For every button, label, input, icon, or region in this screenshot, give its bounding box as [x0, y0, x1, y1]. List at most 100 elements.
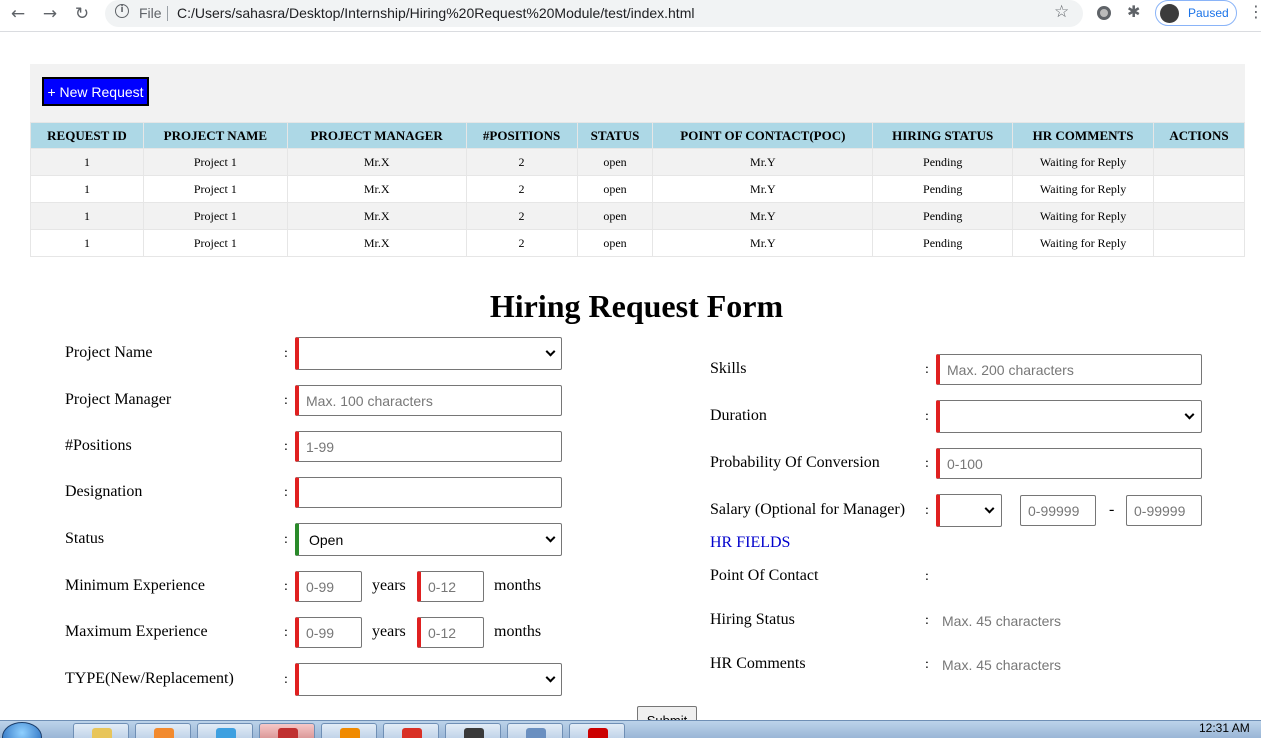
omnibox-divider: [167, 6, 168, 21]
colon: :: [925, 657, 929, 672]
table-header-row: REQUEST ID PROJECT NAME PROJECT MANAGER …: [30, 122, 1245, 149]
colon: :: [284, 532, 288, 547]
start-orb-icon[interactable]: [2, 722, 42, 738]
cell-actions: [1153, 148, 1245, 176]
cell-status: open: [576, 229, 654, 257]
extension-icon[interactable]: [1097, 6, 1111, 20]
cell-poc: Mr.Y: [652, 202, 874, 230]
hiring-status-label: Hiring Status: [710, 611, 795, 628]
browser-toolbar: ← → ↻ i File C:/Users/sahasra/Desktop/In…: [0, 0, 1261, 32]
bookmark-star-icon[interactable]: ☆: [1054, 2, 1069, 22]
url-text[interactable]: C:/Users/sahasra/Desktop/Internship/Hiri…: [177, 5, 694, 21]
months-unit-label: months: [494, 623, 542, 640]
internet-explorer-icon: [216, 728, 236, 738]
profile-button[interactable]: Paused: [1155, 0, 1237, 26]
sublime-text-icon: [464, 728, 484, 738]
colon: :: [284, 579, 288, 594]
taskbar-chrome-button[interactable]: [383, 723, 439, 738]
hr-comments-label: HR Comments: [710, 655, 806, 672]
taskbar-sublime-button[interactable]: [445, 723, 501, 738]
hr-fields-heading: HR FIELDS: [710, 534, 791, 551]
years-unit-label: years: [372, 577, 406, 594]
max-experience-years-input[interactable]: 0-99: [295, 617, 362, 648]
table-row: 1 Project 1 Mr.X 2 open Mr.Y Pending Wai…: [30, 229, 1245, 257]
months-unit-label: months: [494, 577, 542, 594]
pdf-icon: [588, 728, 608, 738]
status-select[interactable]: Open: [295, 523, 562, 556]
designation-input[interactable]: [295, 477, 562, 508]
cell-hiring-status: Pending: [872, 229, 1014, 257]
cell-project-name: Project 1: [142, 229, 288, 257]
cell-positions: 2: [465, 148, 578, 176]
cell-poc: Mr.Y: [652, 229, 874, 257]
project-manager-input[interactable]: Max. 100 characters: [295, 385, 562, 416]
salary-label: Salary (Optional for Manager): [710, 501, 906, 518]
project-name-label: Project Name: [65, 344, 153, 361]
column-header-positions: #POSITIONS: [465, 122, 578, 149]
kebab-menu-icon[interactable]: ⋮: [1248, 2, 1261, 21]
cell-actions: [1153, 202, 1245, 230]
taskbar-media-button[interactable]: [135, 723, 191, 738]
probability-input[interactable]: 0-100: [936, 448, 1202, 479]
cell-project-manager: Mr.X: [286, 175, 467, 203]
taskbar-window-button[interactable]: [507, 723, 563, 738]
designation-label: Designation: [65, 483, 143, 500]
min-experience-months-input[interactable]: 0-12: [417, 571, 484, 602]
cell-hr-comments: Waiting for Reply: [1012, 202, 1154, 230]
avatar: [1160, 4, 1179, 23]
taskbar-pdf-button[interactable]: [569, 723, 625, 738]
cell-project-manager: Mr.X: [286, 229, 467, 257]
type-label: TYPE(New/Replacement): [65, 670, 234, 687]
colon: :: [284, 346, 288, 361]
cell-hr-comments: Waiting for Reply: [1012, 229, 1154, 257]
app-icon: [278, 728, 298, 738]
forward-arrow-icon[interactable]: →: [36, 2, 64, 26]
colon: :: [925, 362, 929, 377]
back-arrow-icon[interactable]: ←: [4, 2, 32, 26]
cell-status: open: [576, 175, 654, 203]
vlc-cone-icon: [340, 728, 360, 738]
colon: :: [284, 439, 288, 454]
windows-taskbar: 12:31 AM: [0, 720, 1261, 738]
taskbar-vlc-button[interactable]: [321, 723, 377, 738]
min-experience-years-input[interactable]: 0-99: [295, 571, 362, 602]
taskbar-app-button[interactable]: [259, 723, 315, 738]
type-select[interactable]: [295, 663, 562, 696]
cell-project-manager: Mr.X: [286, 148, 467, 176]
salary-max-input[interactable]: 0-99999: [1126, 495, 1202, 526]
max-experience-months-input[interactable]: 0-12: [417, 617, 484, 648]
colon: :: [284, 625, 288, 640]
hr-comments-input[interactable]: Max. 45 characters: [942, 657, 1061, 673]
extensions-puzzle-icon[interactable]: ✱: [1127, 2, 1140, 21]
reload-icon[interactable]: ↻: [68, 2, 96, 26]
years-unit-label: years: [372, 623, 406, 640]
salary-range-dash: -: [1109, 501, 1115, 518]
table-row: 1 Project 1 Mr.X 2 open Mr.Y Pending Wai…: [30, 202, 1245, 230]
cell-poc: Mr.Y: [652, 148, 874, 176]
duration-select[interactable]: [936, 400, 1202, 433]
skills-label: Skills: [710, 360, 747, 377]
form-title: Hiring Request Form: [489, 288, 784, 324]
column-header-actions: ACTIONS: [1153, 122, 1245, 149]
new-request-button[interactable]: + New Request: [42, 77, 149, 106]
address-bar[interactable]: i File C:/Users/sahasra/Desktop/Internsh…: [105, 0, 1083, 27]
skills-input[interactable]: Max. 200 characters: [936, 354, 1202, 385]
hiring-status-input[interactable]: Max. 45 characters: [942, 613, 1061, 629]
cell-positions: 2: [465, 202, 578, 230]
cell-request-id: 1: [30, 229, 144, 257]
project-name-select[interactable]: [295, 337, 562, 370]
duration-label: Duration: [710, 407, 767, 424]
positions-input[interactable]: 1-99: [295, 431, 562, 462]
salary-min-input[interactable]: 0-99999: [1020, 495, 1096, 526]
column-header-poc: POINT OF CONTACT(POC): [652, 122, 874, 149]
taskbar-explorer-button[interactable]: [73, 723, 129, 738]
profile-status-label: Paused: [1188, 6, 1229, 20]
colon: :: [925, 503, 929, 518]
cell-project-name: Project 1: [142, 202, 288, 230]
taskbar-ie-button[interactable]: [197, 723, 253, 738]
info-icon[interactable]: i: [115, 4, 129, 18]
cell-project-name: Project 1: [142, 148, 288, 176]
cell-hiring-status: Pending: [872, 202, 1014, 230]
colon: :: [925, 613, 929, 628]
project-manager-label: Project Manager: [65, 391, 172, 408]
